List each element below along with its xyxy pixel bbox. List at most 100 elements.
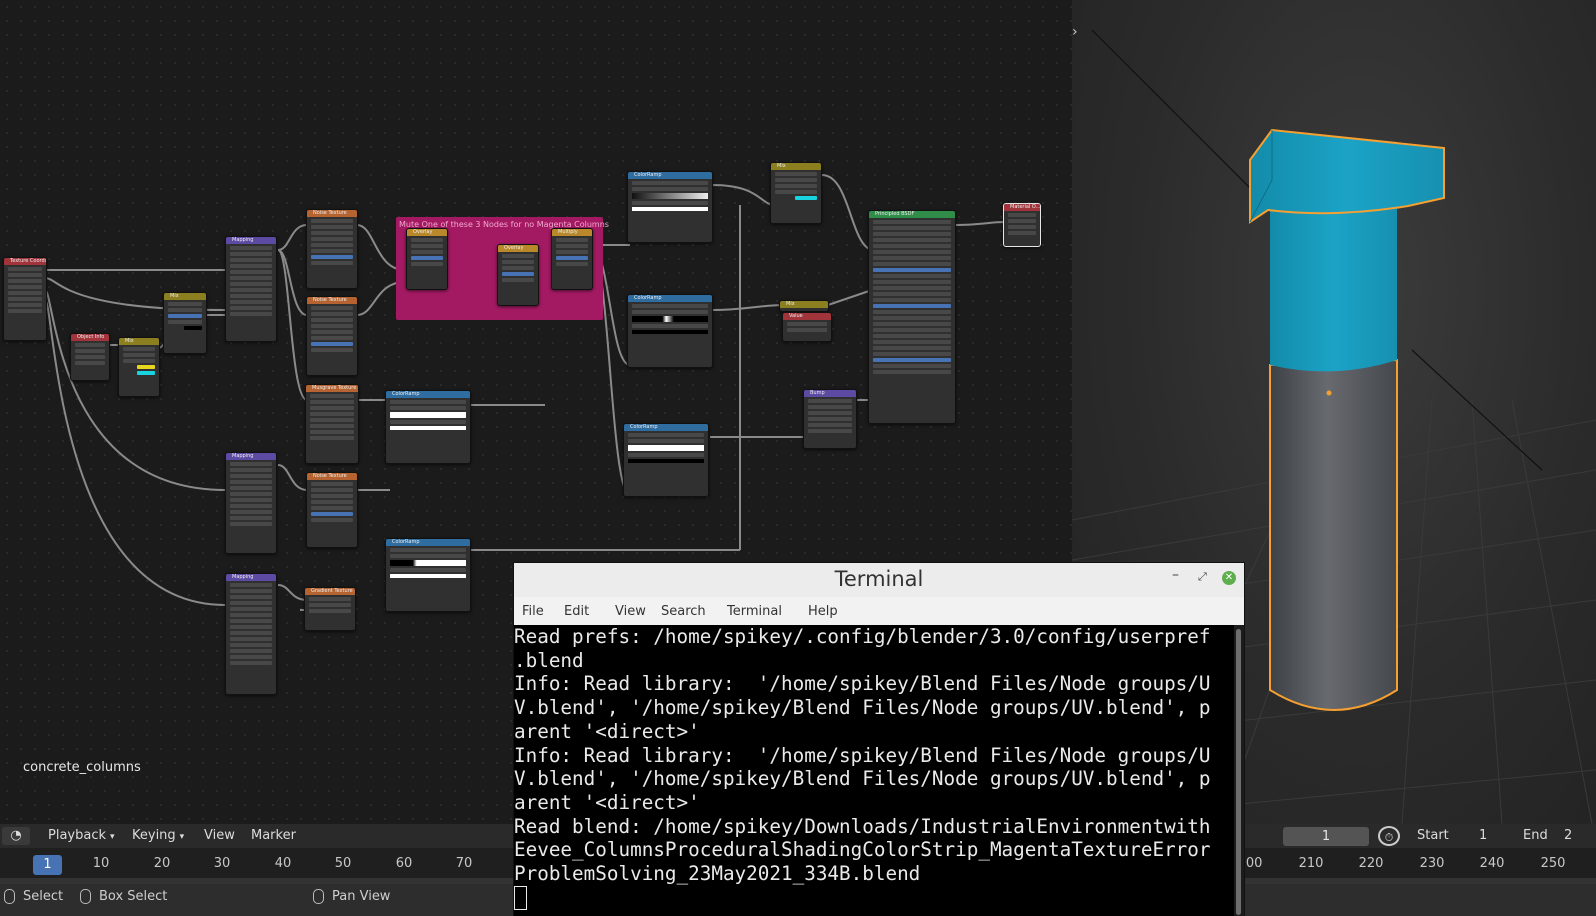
ruler-tick: 20 — [153, 856, 171, 871]
terminal-cursor — [514, 885, 527, 910]
node-title: Gradient Texture — [305, 588, 355, 595]
column-body[interactable] — [1269, 358, 1398, 711]
column-cap[interactable] — [1249, 128, 1445, 224]
end-label: End — [1523, 828, 1548, 843]
stopwatch-icon[interactable]: ⏱ — [1378, 826, 1400, 846]
status-select: Select — [4, 888, 63, 906]
node-mapping[interactable]: Mapping — [225, 573, 277, 695]
terminal-line: Info: Read library: '/home/spikey/Blend … — [514, 672, 1211, 696]
mouse-middle-icon — [313, 889, 324, 904]
node-title: Mapping — [226, 574, 276, 581]
marker-menu[interactable]: Marker — [251, 827, 296, 845]
ruler-tick: 230 — [1419, 856, 1445, 871]
node-title: ColorRamp — [386, 539, 470, 546]
playback-label: Playback — [48, 828, 107, 843]
chevron-right-icon[interactable]: › — [1072, 24, 1078, 40]
restore-icon[interactable]: ⤢ — [1198, 570, 1207, 584]
keying-menu[interactable]: Keying ▾ — [132, 827, 184, 845]
terminal-line: Info: Read library: '/home/spikey/Blend … — [514, 743, 1211, 767]
node-mix[interactable]: Mix — [770, 162, 822, 224]
node-title: Mapping — [226, 453, 276, 460]
terminal-output[interactable]: Read prefs: /home/spikey/.config/blender… — [514, 625, 1234, 916]
clock-icon[interactable]: ◔ — [2, 827, 30, 845]
node-noise-texture[interactable]: Noise Texture — [306, 472, 358, 548]
ruler-tick: 50 — [334, 856, 352, 871]
terminal-menubar: File Edit View Search Terminal Help — [514, 597, 1244, 625]
object-origin — [1326, 390, 1332, 396]
start-frame-field[interactable]: 1 — [1479, 827, 1487, 845]
current-frame-field[interactable]: 1 — [1283, 827, 1369, 846]
node-title: Principled BSDF — [869, 211, 955, 218]
node-overlay[interactable]: Overlay — [497, 244, 539, 306]
terminal-line: V.blend', '/home/spikey/Blend Files/Node… — [514, 696, 1211, 720]
node-title: ColorRamp — [386, 391, 470, 398]
status-pan-view-label: Pan View — [332, 889, 391, 904]
node-colorramp[interactable]: ColorRamp — [623, 423, 709, 497]
node-title: Bump — [804, 390, 856, 397]
menu-search[interactable]: Search — [661, 604, 706, 619]
status-box-select-label: Box Select — [99, 889, 168, 904]
node-title: Value — [783, 313, 831, 320]
ruler-tick: 40 — [274, 856, 292, 871]
node-mix[interactable]: Mix — [163, 292, 207, 354]
minimize-icon[interactable]: – — [1172, 567, 1179, 583]
status-pan-view: Pan View — [313, 888, 390, 906]
node-title: Overlay — [407, 229, 447, 236]
terminal-window[interactable]: Terminal – ⤢ ✕ File Edit View Search Ter… — [514, 563, 1244, 916]
end-frame-field[interactable]: 2 — [1564, 827, 1572, 845]
close-icon[interactable]: ✕ — [1222, 571, 1236, 585]
terminal-line: Read prefs: /home/spikey/.config/blender… — [514, 625, 1211, 648]
ruler-tick: 220 — [1358, 856, 1384, 871]
node-title: Overlay — [498, 245, 538, 252]
node-mix[interactable]: Mix — [779, 300, 829, 312]
node-texture-coordinate[interactable]: Texture Coordi... — [3, 257, 47, 341]
ruler-tick: 240 — [1479, 856, 1505, 871]
node-musgrave-texture[interactable]: Musgrave Texture — [305, 384, 359, 464]
menu-view[interactable]: View — [615, 604, 646, 619]
node-noise-texture[interactable]: Noise Texture — [306, 209, 358, 289]
menu-edit[interactable]: Edit — [564, 604, 589, 619]
ruler-tick: 10 — [92, 856, 110, 871]
node-colorramp[interactable]: ColorRamp — [385, 538, 471, 612]
node-gradient-texture[interactable]: Gradient Texture — [304, 587, 356, 631]
node-value[interactable]: Value — [782, 312, 832, 342]
node-colorramp[interactable]: ColorRamp — [627, 171, 713, 243]
node-bump[interactable]: Bump — [803, 389, 857, 449]
node-colorramp[interactable]: ColorRamp — [627, 294, 713, 368]
node-multiply[interactable]: Multiply — [551, 228, 593, 290]
terminal-scrollbar[interactable] — [1234, 625, 1244, 916]
ruler-tick: 210 — [1298, 856, 1324, 871]
node-title: Noise Texture — [307, 297, 357, 304]
playback-menu[interactable]: Playback ▾ — [48, 827, 115, 845]
terminal-line: Eevee_ColumnsProceduralShadingColorStrip… — [514, 838, 1211, 862]
node-title: ColorRamp — [628, 172, 712, 179]
node-noise-texture[interactable]: Noise Texture — [306, 296, 358, 376]
ruler-tick: 60 — [395, 856, 413, 871]
node-principled-bsdf[interactable]: Principled BSDF — [868, 210, 956, 424]
current-frame-indicator[interactable]: 1 — [33, 855, 62, 875]
node-mapping[interactable]: Mapping — [225, 452, 277, 554]
scrollbar-thumb[interactable] — [1236, 629, 1241, 915]
node-colorramp[interactable]: ColorRamp — [385, 390, 471, 464]
menu-file[interactable]: File — [522, 604, 544, 619]
menu-terminal[interactable]: Terminal — [727, 604, 782, 619]
node-title: ColorRamp — [628, 295, 712, 302]
terminal-line: Read blend: /home/spikey/Downloads/Indus… — [514, 814, 1211, 838]
node-title: Noise Texture — [307, 473, 357, 480]
node-title: Musgrave Texture — [306, 385, 358, 392]
node-title: Texture Coordi... — [4, 258, 46, 265]
node-title: Noise Texture — [307, 210, 357, 217]
node-mapping[interactable]: Mapping — [225, 236, 277, 342]
node-overlay[interactable]: Overlay — [406, 228, 448, 290]
node-title: ColorRamp — [624, 424, 708, 431]
node-mix[interactable]: Mix — [118, 337, 160, 397]
node-title: Mix — [164, 293, 206, 300]
view-menu[interactable]: View — [204, 827, 235, 845]
terminal-titlebar[interactable]: Terminal – ⤢ ✕ — [514, 563, 1244, 597]
menu-help[interactable]: Help — [808, 604, 838, 619]
node-material-output[interactable]: Material O... — [1003, 203, 1041, 247]
node-title: Mix — [780, 301, 828, 308]
node-object-info[interactable]: Object Info — [70, 333, 110, 381]
terminal-title: Terminal — [834, 567, 924, 591]
terminal-line: V.blend', '/home/spikey/Blend Files/Node… — [514, 767, 1211, 791]
